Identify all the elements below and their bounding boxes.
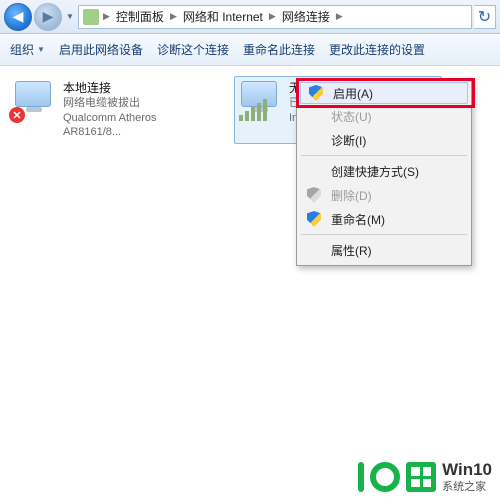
nav-back-button[interactable]: ◀	[4, 3, 32, 31]
watermark-text: Win10 系统之家	[442, 460, 492, 494]
rename-button[interactable]: 重命名此连接	[243, 41, 315, 58]
shield-icon	[307, 85, 325, 101]
signal-bars-icon	[239, 99, 267, 121]
ctx-enable[interactable]: 启用(A)	[300, 82, 468, 104]
diagnose-button[interactable]: 诊断这个连接	[157, 41, 229, 58]
ctx-diagnose[interactable]: 诊断(I)	[299, 128, 469, 152]
nav-forward-button[interactable]: ▶	[34, 3, 62, 31]
ctx-diagnose-label: 诊断(I)	[331, 132, 366, 149]
wifi-icon	[239, 81, 281, 121]
arrow-right-icon: ▶	[43, 8, 54, 25]
ctx-separator	[301, 155, 467, 156]
ctx-separator	[301, 234, 467, 235]
enable-device-button[interactable]: 启用此网络设备	[59, 41, 143, 58]
enable-device-label: 启用此网络设备	[59, 41, 143, 58]
connection-item-local[interactable]: ✕ 本地连接 网络电缆被拔出 Qualcomm Atheros AR8161/8…	[8, 76, 216, 144]
connection-adapter: Qualcomm Atheros AR8161/8...	[63, 112, 211, 140]
change-settings-button[interactable]: 更改此连接的设置	[329, 41, 425, 58]
ctx-shortcut-label: 创建快捷方式(S)	[331, 163, 419, 180]
refresh-button[interactable]: ↻	[474, 5, 496, 29]
ctx-delete-label: 删除(D)	[331, 187, 372, 204]
ctx-properties-label: 属性(R)	[331, 242, 372, 259]
watermark-circle-icon	[370, 462, 400, 492]
connection-title: 本地连接	[63, 81, 211, 96]
ethernet-icon: ✕	[13, 81, 55, 121]
refresh-icon: ↻	[478, 7, 491, 27]
ctx-delete: 删除(D)	[299, 183, 469, 207]
chevron-right-icon: ▶	[168, 11, 179, 22]
breadcrumb-segment[interactable]: 控制面板	[114, 8, 166, 25]
shield-icon	[305, 211, 323, 227]
control-panel-icon	[83, 9, 99, 25]
chevron-down-icon: ▼	[37, 45, 45, 54]
organize-label: 组织	[10, 41, 34, 58]
breadcrumb-segment[interactable]: 网络连接	[280, 8, 332, 25]
ctx-rename[interactable]: 重命名(M)	[299, 207, 469, 231]
nav-history-dropdown[interactable]: ▼	[64, 12, 76, 21]
context-menu: 启用(A) 状态(U) 诊断(I) 创建快捷方式(S) 删除(D) 重命名(M)…	[296, 78, 472, 266]
change-settings-label: 更改此连接的设置	[329, 41, 425, 58]
breadcrumb[interactable]: ▶ 控制面板 ▶ 网络和 Internet ▶ 网络连接 ▶	[78, 5, 472, 29]
content-pane: ✕ 本地连接 网络电缆被拔出 Qualcomm Atheros AR8161/8…	[0, 66, 500, 500]
ctx-rename-label: 重命名(M)	[331, 211, 385, 228]
connection-status: 网络电缆被拔出	[63, 97, 211, 111]
chevron-right-icon: ▶	[334, 11, 345, 22]
ctx-enable-label: 启用(A)	[333, 85, 373, 102]
ctx-properties[interactable]: 属性(R)	[299, 238, 469, 262]
error-x-icon: ✕	[9, 107, 25, 123]
command-bar: 组织 ▼ 启用此网络设备 诊断这个连接 重命名此连接 更改此连接的设置	[0, 34, 500, 66]
ctx-status: 状态(U)	[299, 104, 469, 128]
watermark: Win10 系统之家	[358, 460, 492, 494]
address-bar: ◀ ▶ ▼ ▶ 控制面板 ▶ 网络和 Internet ▶ 网络连接 ▶ ↻	[0, 0, 500, 34]
rename-label: 重命名此连接	[243, 41, 315, 58]
watermark-brand: Win10	[442, 460, 492, 479]
diagnose-label: 诊断这个连接	[157, 41, 229, 58]
chevron-right-icon: ▶	[267, 11, 278, 22]
shield-icon	[305, 187, 323, 203]
watermark-site: 系统之家	[442, 478, 492, 494]
ctx-create-shortcut[interactable]: 创建快捷方式(S)	[299, 159, 469, 183]
ctx-status-label: 状态(U)	[331, 108, 372, 125]
arrow-left-icon: ◀	[13, 8, 24, 25]
watermark-bar-icon	[358, 462, 364, 492]
organize-menu[interactable]: 组织 ▼	[10, 41, 45, 58]
windows-logo-icon	[406, 462, 436, 492]
chevron-right-icon: ▶	[101, 11, 112, 22]
breadcrumb-segment[interactable]: 网络和 Internet	[181, 8, 265, 25]
